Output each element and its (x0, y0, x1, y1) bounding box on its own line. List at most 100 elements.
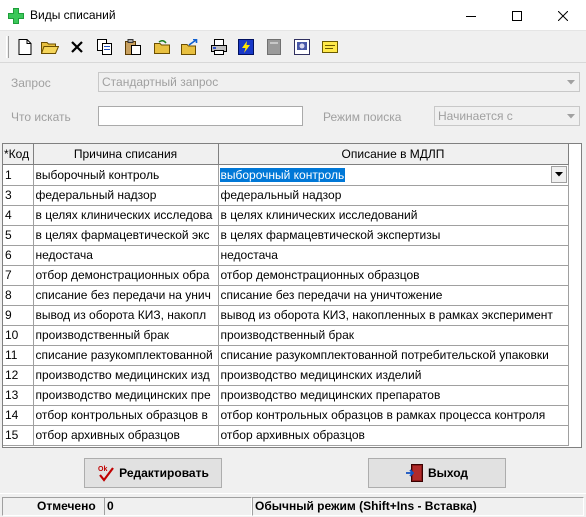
column-header-mdlp[interactable]: Описание в МДЛП (218, 144, 569, 165)
column-header-reason[interactable]: Причина списания (33, 144, 219, 165)
cell-mdlp[interactable]: вывод из оборота КИЗ, накопленных в рамк… (218, 305, 569, 326)
cell-reason[interactable]: выборочный контроль (33, 164, 219, 186)
cell-code[interactable]: 9 (3, 305, 34, 326)
cell-reason[interactable]: списание без передачи на унич (33, 285, 219, 306)
cell-mdlp[interactable]: производство медицинских препаратов (218, 385, 569, 406)
cell-reason[interactable]: производство медицинских изд (33, 365, 219, 386)
cell-code[interactable]: 8 (3, 285, 34, 306)
new-button[interactable] (14, 37, 36, 57)
open-icon (41, 42, 59, 54)
table-row[interactable]: 1 выборочный контроль выборочный контроль (3, 164, 569, 186)
cell-code[interactable]: 12 (3, 365, 34, 386)
column-header-code[interactable]: *Код (3, 144, 34, 165)
cell-code[interactable]: 15 (3, 425, 34, 446)
cell-reason[interactable]: федеральный надзор (33, 185, 219, 206)
new-icon (18, 39, 32, 55)
marked-pane: Отмечено 0 (2, 497, 252, 516)
table-row[interactable]: 6 недостача недостача (3, 245, 569, 266)
cell-mdlp[interactable]: отбор архивных образцов (218, 425, 569, 446)
search-input[interactable] (98, 106, 303, 126)
table-row[interactable]: 5в целях фармацевтической экс в целях фар… (3, 225, 569, 246)
cell-code[interactable]: 13 (3, 385, 34, 406)
cell-mdlp[interactable]: в целях фармацевтической экспертизы (218, 225, 569, 246)
table-row[interactable]: 7 отбор демонстрационных обра отбор демонс… (3, 265, 569, 286)
cell-reason[interactable]: недостача (33, 245, 219, 266)
lightning-icon (238, 39, 254, 55)
cell-code[interactable]: 7 (3, 265, 34, 286)
cell-mdlp[interactable]: отбор контрольных образцов в рамках проц… (218, 405, 569, 426)
exit-button[interactable]: Выход (368, 458, 506, 488)
export-button[interactable] (179, 37, 201, 57)
cell-reason[interactable]: производственный брак (33, 325, 219, 346)
cell-reason[interactable]: производство медицинских пре (33, 385, 219, 406)
cell-reason[interactable]: отбор демонстрационных обра (33, 265, 219, 286)
cell-code[interactable]: 3 (3, 185, 34, 206)
table-row[interactable]: 4в целях клинических исследова в целях кл… (3, 205, 569, 226)
delete-button[interactable] (66, 37, 88, 57)
search-mode-value: Начинается с (438, 109, 513, 123)
cell-mdlp[interactable]: производство медицинских изделий (218, 365, 569, 386)
chevron-down-icon (567, 113, 575, 118)
copy-icon (97, 39, 112, 55)
preview-button[interactable] (291, 37, 313, 57)
table-row[interactable]: 11 списание разукомплектованной списание р… (3, 345, 569, 366)
cell-code[interactable]: 5 (3, 225, 34, 246)
cell-code[interactable]: 11 (3, 345, 34, 366)
table-row[interactable]: 3 федеральный надзор федеральный надзор (3, 185, 569, 206)
search-mode-label: Режим поиска (323, 110, 402, 124)
cell-reason[interactable]: в целях клинических исследова (33, 205, 219, 226)
open-button[interactable] (39, 37, 61, 57)
note-icon (322, 41, 338, 53)
minimize-button[interactable] (448, 0, 494, 31)
cell-mdlp[interactable]: федеральный надзор (218, 185, 569, 206)
paste-icon (125, 39, 141, 55)
refresh-button[interactable] (151, 37, 173, 57)
cell-code[interactable]: 14 (3, 405, 34, 426)
table-row[interactable]: 8 списание без передачи на унич списание б… (3, 285, 569, 306)
cell-reason[interactable]: списание разукомплектованной (33, 345, 219, 366)
export-icon (181, 39, 198, 55)
table-row[interactable]: 9 вывод из оборота КИЗ, накопл вывод из об… (3, 305, 569, 326)
cell-code[interactable]: 10 (3, 325, 34, 346)
table-row[interactable]: 14 отбор контрольных образцов в отбор конт… (3, 405, 569, 426)
write-off-types-grid[interactable]: *Код Причина списания Описание в МДЛП 1в… (2, 143, 582, 448)
cell-mdlp[interactable]: недостача (218, 245, 569, 266)
mode-pane: Обычный режим (Shift+Ins - Вставка) (252, 497, 584, 516)
cell-reason[interactable]: в целях фармацевтической экс (33, 225, 219, 246)
window-title: Виды списаний (30, 8, 116, 22)
table-row[interactable]: 13 производство медицинских пре производст… (3, 385, 569, 406)
toolbar-grip[interactable] (6, 36, 9, 58)
run-button[interactable] (235, 37, 257, 57)
cell-mdlp[interactable]: отбор демонстрационных образцов (218, 265, 569, 286)
cell-dropdown-button[interactable] (550, 165, 567, 183)
cell-code[interactable]: 1 (3, 164, 34, 186)
cell-mdlp[interactable]: в целях клинических исследований (218, 205, 569, 226)
copy-button[interactable] (94, 37, 116, 57)
maximize-button[interactable] (494, 0, 540, 31)
edit-icon: Ok (97, 464, 115, 482)
table-row[interactable]: 10 производственный брак производственный … (3, 325, 569, 346)
cell-reason[interactable]: вывод из оборота КИЗ, накопл (33, 305, 219, 326)
cell-reason[interactable]: отбор архивных образцов (33, 425, 219, 446)
cell-mdlp[interactable]: производственный брак (218, 325, 569, 346)
query-select-value: Стандартный запрос (102, 75, 219, 89)
chevron-down-icon (567, 79, 575, 84)
search-mode-dropdown-button (563, 107, 579, 125)
paste-button[interactable] (122, 37, 144, 57)
cell-mdlp[interactable]: выборочный контроль (218, 164, 569, 186)
print-button[interactable] (208, 37, 230, 57)
app-plus-icon (8, 8, 24, 24)
edit-button[interactable]: Ok Редактировать (84, 458, 222, 488)
marked-count: 0 (104, 498, 114, 515)
cell-code[interactable]: 4 (3, 205, 34, 226)
close-button[interactable] (540, 0, 586, 31)
document-icon (267, 39, 281, 55)
note-button[interactable] (319, 37, 341, 57)
cell-code[interactable]: 6 (3, 245, 34, 266)
cell-mdlp[interactable]: списание без передачи на уничтожение (218, 285, 569, 306)
cell-mdlp[interactable]: списание разукомплектованной потребитель… (218, 345, 569, 366)
table-row[interactable]: 15 отбор архивных образцов отбор архивных … (3, 425, 569, 446)
table-row[interactable]: 12 производство медицинских изд производст… (3, 365, 569, 386)
cell-reason[interactable]: отбор контрольных образцов в (33, 405, 219, 426)
minimize-icon (466, 15, 476, 17)
